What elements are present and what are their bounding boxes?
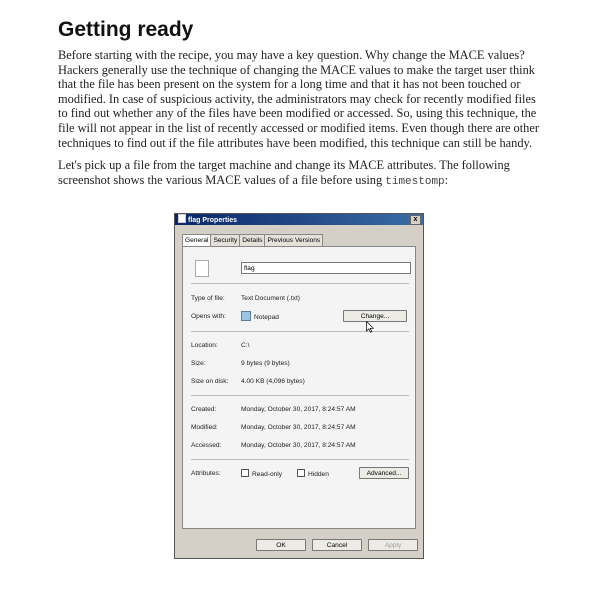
readonly-label: Read-only <box>252 471 283 478</box>
tab-details[interactable]: Details <box>239 234 266 246</box>
apply-button[interactable]: Apply <box>368 539 418 551</box>
attributes-label: Attributes: <box>191 470 221 477</box>
location-value: C:\ <box>241 342 250 349</box>
intro-paragraph: Before starting with the recipe, you may… <box>58 48 540 150</box>
divider <box>191 459 409 460</box>
advanced-button[interactable]: Advanced... <box>359 467 409 479</box>
divider <box>191 283 409 284</box>
timestomp-code: timestomp <box>385 175 445 188</box>
tab-bar: General Security Details Previous Versions <box>182 234 324 247</box>
tab-previous-versions[interactable]: Previous Versions <box>264 234 324 246</box>
checkbox-icon[interactable] <box>241 469 249 477</box>
file-icon <box>178 214 186 223</box>
location-label: Location: <box>191 342 218 349</box>
cancel-button[interactable]: Cancel <box>312 539 362 551</box>
tab-security[interactable]: Security <box>210 234 241 246</box>
properties-dialog: flag Properties x General Security Details… <box>174 213 424 559</box>
created-label: Created: <box>191 406 217 413</box>
hidden-label: Hidden <box>308 471 329 478</box>
dialog-titlebar: flag Properties x <box>175 214 423 225</box>
opens-label: Opens with: <box>191 313 226 320</box>
accessed-label: Accessed: <box>191 442 222 449</box>
dialog-title: flag Properties <box>188 217 238 224</box>
hidden-checkbox[interactable]: Hidden <box>297 469 329 478</box>
close-icon[interactable]: x <box>410 215 421 225</box>
divider <box>191 395 409 396</box>
document-icon <box>195 260 209 277</box>
notepad-icon <box>241 311 251 321</box>
size-on-disk-value: 4.00 KB (4,096 bytes) <box>241 378 305 385</box>
size-value: 9 bytes (9 bytes) <box>241 360 290 367</box>
divider <box>191 331 409 332</box>
modified-label: Modified: <box>191 424 218 431</box>
file-name-input[interactable]: flag <box>241 262 411 274</box>
second-paragraph: Let's pick up a file from the target mac… <box>58 158 546 189</box>
accessed-value: Monday, October 30, 2017, 8:24:57 AM <box>241 442 356 449</box>
readonly-checkbox[interactable]: Read-only <box>241 469 282 478</box>
general-panel: flag Type of file: Text Document (.txt) … <box>182 246 416 529</box>
type-value: Text Document (.txt) <box>241 295 300 302</box>
second-paragraph-end: : <box>444 172 449 187</box>
opens-value-text: Notepad <box>254 314 279 321</box>
checkbox-icon[interactable] <box>297 469 305 477</box>
page-content: Getting ready Before starting with the r… <box>58 18 546 197</box>
mouse-cursor-icon <box>366 321 374 333</box>
ok-button[interactable]: OK <box>256 539 306 551</box>
type-label: Type of file: <box>191 295 225 302</box>
opens-value: Notepad <box>241 311 279 321</box>
section-heading: Getting ready <box>58 18 194 41</box>
modified-value: Monday, October 30, 2017, 8:24:57 AM <box>241 424 356 431</box>
change-button[interactable]: Change... <box>343 310 407 322</box>
created-value: Monday, October 30, 2017, 8:24:57 AM <box>241 406 356 413</box>
size-label: Size: <box>191 360 206 367</box>
size-on-disk-label: Size on disk: <box>191 378 229 385</box>
